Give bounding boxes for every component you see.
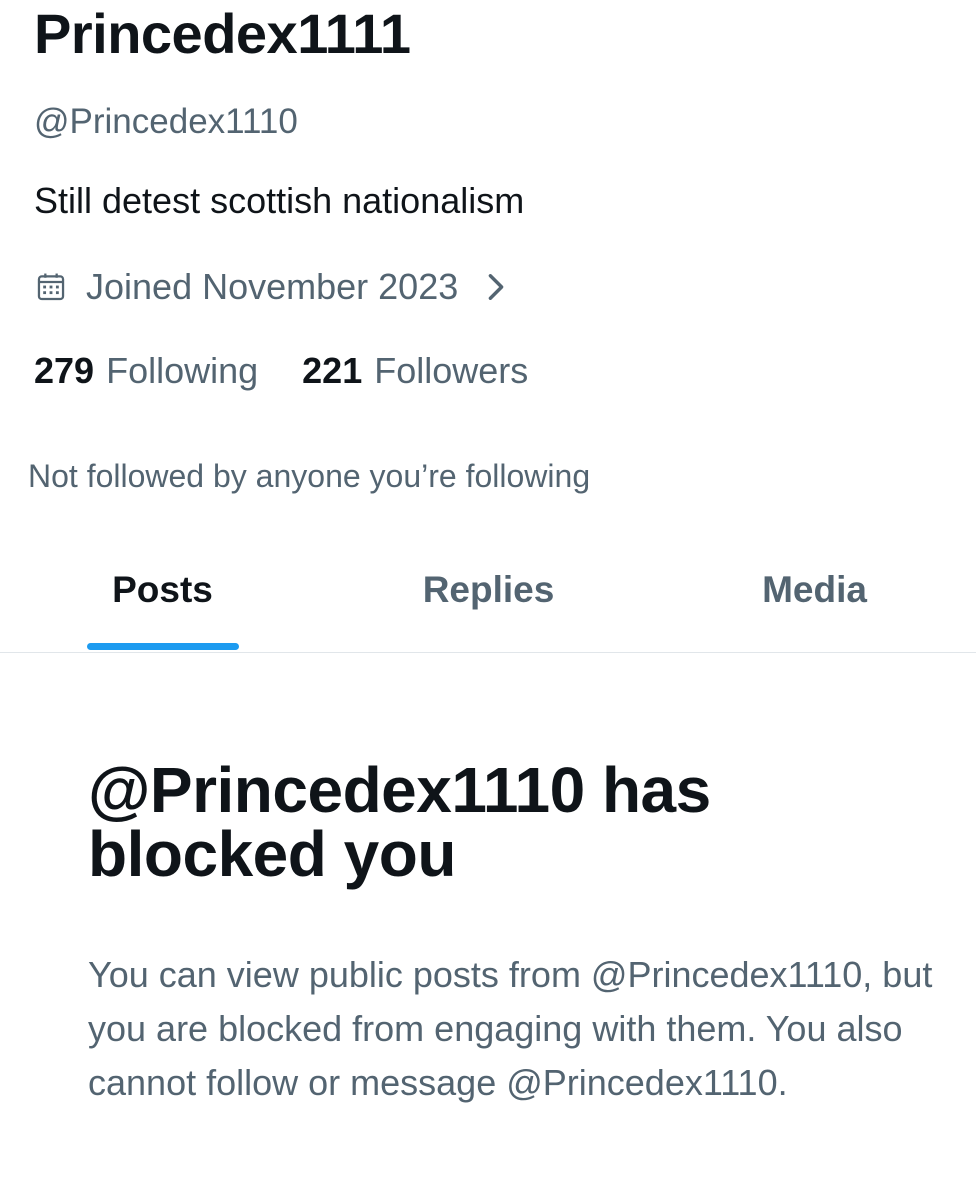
- profile-handle: @Princedex1110: [34, 102, 298, 141]
- blocked-description: You can view public posts from @Princede…: [88, 954, 933, 1103]
- following-count: 279: [34, 350, 95, 391]
- calendar-icon: [37, 273, 65, 301]
- following-label: Following: [106, 350, 259, 391]
- tab-media[interactable]: Media: [652, 540, 976, 650]
- tab-media-label: Media: [762, 569, 867, 610]
- blocked-title: @Princedex1110 has blocked you: [88, 754, 711, 890]
- profile-display-name: Princedex1111: [34, 2, 411, 65]
- active-tab-indicator: [86, 643, 239, 650]
- follow-stats: 279 Following 221 Followers: [34, 348, 528, 394]
- tab-replies[interactable]: Replies: [326, 540, 651, 650]
- joined-date-row[interactable]: Joined November 2023: [34, 264, 508, 310]
- followers-count: 221: [302, 350, 363, 391]
- tab-posts[interactable]: Posts: [0, 540, 325, 650]
- tab-replies-label: Replies: [422, 569, 555, 610]
- chevron-right-icon[interactable]: [484, 272, 508, 302]
- tab-posts-label: Posts: [112, 569, 213, 610]
- following-link[interactable]: 279 Following: [34, 348, 258, 394]
- mutual-followers-note: Not followed by anyone you’re following: [28, 458, 591, 494]
- profile-tabs: Posts Replies Media: [0, 540, 976, 653]
- followers-label: Followers: [374, 350, 529, 391]
- joined-date-label: Joined November 2023: [86, 266, 459, 307]
- followers-link[interactable]: 221 Followers: [302, 348, 528, 394]
- profile-bio: Still detest scottish nationalism: [34, 180, 525, 221]
